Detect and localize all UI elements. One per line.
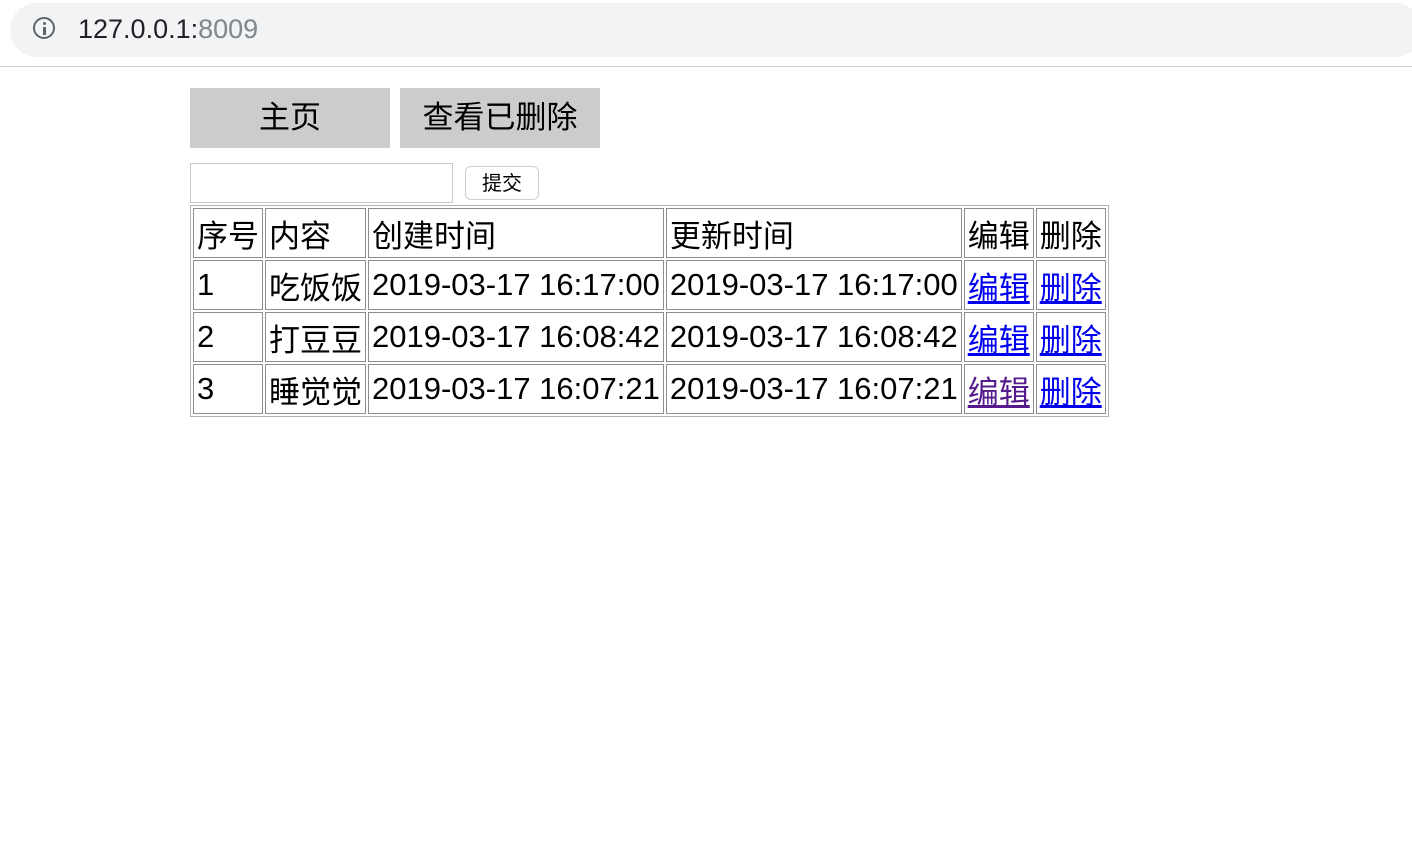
row-edit-cell: 编辑 <box>963 364 1034 414</box>
header-content: 内容 <box>265 208 366 258</box>
url-host: 127.0.0.1: <box>78 14 199 44</box>
header-created: 创建时间 <box>368 208 664 258</box>
table-row: 2 打豆豆 2019-03-17 16:08:42 2019-03-17 16:… <box>193 312 1106 362</box>
row-created: 2019-03-17 16:17:00 <box>368 260 664 310</box>
table-row: 3 睡觉觉 2019-03-17 16:07:21 2019-03-17 16:… <box>193 364 1106 414</box>
delete-link[interactable]: 删除 <box>1040 375 1102 410</box>
edit-link[interactable]: 编辑 <box>968 271 1030 306</box>
browser-address-bar: 127.0.0.1:8009 <box>0 0 1412 67</box>
edit-link[interactable]: 编辑 <box>968 323 1030 358</box>
home-button[interactable]: 主页 <box>190 88 390 148</box>
view-deleted-button[interactable]: 查看已删除 <box>400 88 600 148</box>
todo-table: 序号 内容 创建时间 更新时间 编辑 删除 1 吃饭饭 2019-03-17 1… <box>190 205 1109 417</box>
row-created: 2019-03-17 16:08:42 <box>368 312 664 362</box>
row-updated: 2019-03-17 16:07:21 <box>665 364 962 414</box>
row-content: 吃饭饭 <box>265 260 366 310</box>
url-text[interactable]: 127.0.0.1:8009 <box>78 12 258 46</box>
header-index: 序号 <box>193 208 263 258</box>
row-index: 3 <box>193 364 263 414</box>
table-header-row: 序号 内容 创建时间 更新时间 编辑 删除 <box>193 208 1106 258</box>
row-delete-cell: 删除 <box>1035 260 1106 310</box>
info-icon[interactable] <box>33 17 55 39</box>
url-port: 8009 <box>198 14 259 44</box>
header-edit: 编辑 <box>963 208 1034 258</box>
search-input[interactable] <box>190 163 453 203</box>
row-updated: 2019-03-17 16:08:42 <box>665 312 962 362</box>
edit-link[interactable]: 编辑 <box>968 375 1030 410</box>
header-updated: 更新时间 <box>665 208 962 258</box>
header-delete: 删除 <box>1035 208 1106 258</box>
row-index: 1 <box>193 260 263 310</box>
row-edit-cell: 编辑 <box>963 312 1034 362</box>
row-content: 打豆豆 <box>265 312 366 362</box>
delete-link[interactable]: 删除 <box>1040 323 1102 358</box>
row-content: 睡觉觉 <box>265 364 366 414</box>
delete-link[interactable]: 删除 <box>1040 271 1102 306</box>
table-row: 1 吃饭饭 2019-03-17 16:17:00 2019-03-17 16:… <box>193 260 1106 310</box>
row-delete-cell: 删除 <box>1035 364 1106 414</box>
submit-button[interactable]: 提交 <box>465 166 539 200</box>
row-created: 2019-03-17 16:07:21 <box>368 364 664 414</box>
row-edit-cell: 编辑 <box>963 260 1034 310</box>
row-updated: 2019-03-17 16:17:00 <box>665 260 962 310</box>
row-delete-cell: 删除 <box>1035 312 1106 362</box>
row-index: 2 <box>193 312 263 362</box>
